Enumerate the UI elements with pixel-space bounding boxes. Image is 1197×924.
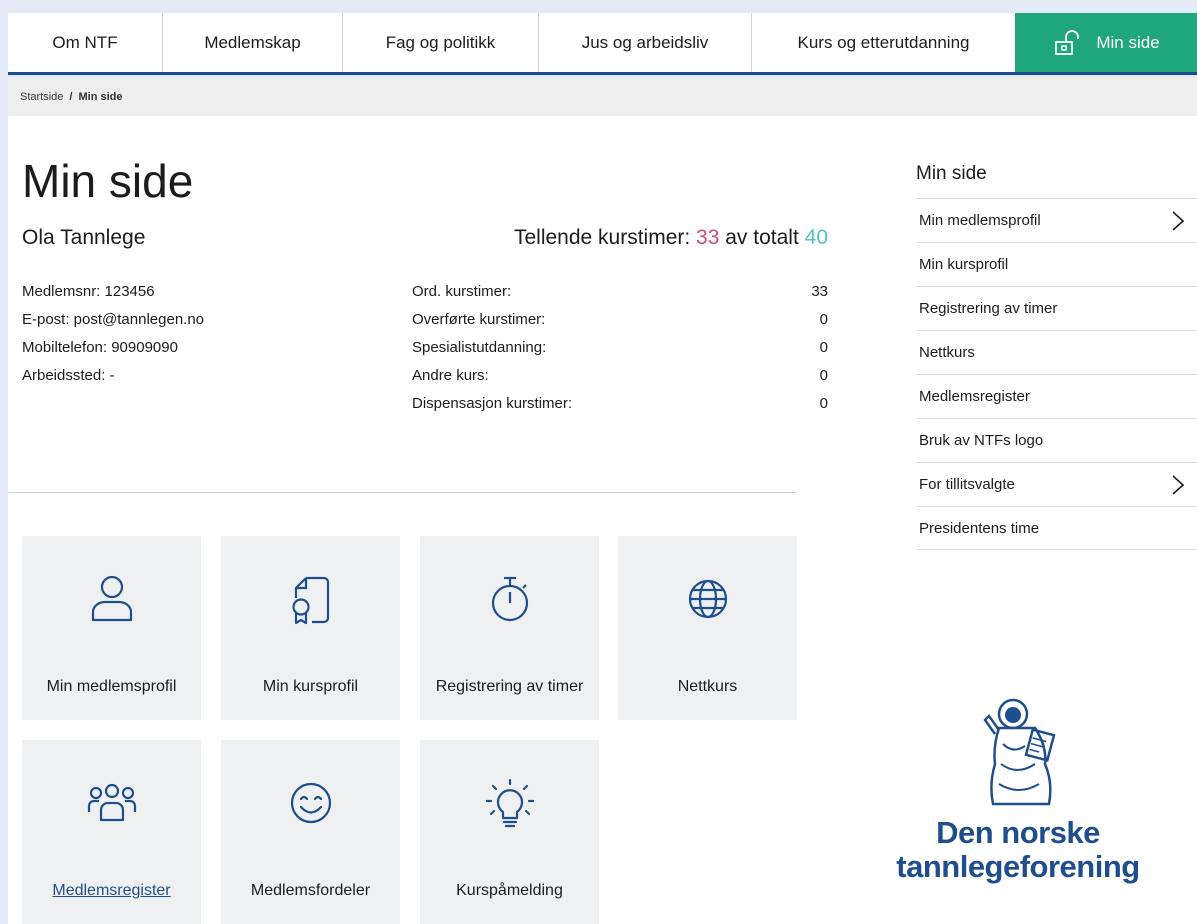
side-item-label: Registrering av timer bbox=[919, 300, 1058, 317]
page-title: Min side bbox=[22, 155, 194, 207]
globe-icon bbox=[688, 579, 727, 619]
ntf-logo: Den norske tannlegeforening bbox=[868, 694, 1168, 884]
hours-row: Overførte kurstimer: 0 bbox=[412, 306, 828, 334]
member-workplace: Arbeidssted: - bbox=[22, 367, 115, 384]
user-icon bbox=[91, 575, 132, 622]
breadcrumb-home-link[interactable]: Startside bbox=[20, 91, 63, 103]
member-email: E-post: post@tannlegen.no bbox=[22, 311, 205, 328]
side-item-min-kursprofil[interactable]: Min kursprofil bbox=[916, 242, 1197, 286]
side-menu: Min medlemsprofil Min kursprofil Registr… bbox=[916, 198, 1197, 550]
top-navigation: Om NTF Medlemskap Fag og politikk Jus og… bbox=[8, 13, 1197, 75]
side-item-for-tillitsvalgte[interactable]: For tillitsvalgte bbox=[916, 462, 1197, 506]
summary-label: Tellende kurstimer: bbox=[513, 226, 691, 249]
side-item-label: Min medlemsprofil bbox=[919, 212, 1041, 229]
nav-item-jus-og-arbeidsliv[interactable]: Jus og arbeidsliv bbox=[539, 13, 752, 72]
logo-line-1: Den norske bbox=[936, 815, 1100, 850]
tile-min-medlemsprofil[interactable]: Min medlemsprofil bbox=[22, 536, 201, 720]
tile-label: Min medlemsprofil bbox=[46, 678, 177, 695]
side-item-label: Medlemsregister bbox=[919, 388, 1030, 405]
nav-item-min-side[interactable]: Min side bbox=[1015, 13, 1197, 72]
hours-label: Overførte kurstimer: bbox=[412, 311, 546, 328]
side-menu-title: Min side bbox=[916, 163, 987, 184]
hours-value: 0 bbox=[819, 395, 828, 412]
lightbulb-icon bbox=[485, 778, 534, 828]
side-item-nettkurs[interactable]: Nettkurs bbox=[916, 330, 1197, 374]
side-item-bruk-av-ntfs-logo[interactable]: Bruk av NTFs logo bbox=[916, 418, 1197, 462]
nav-active-label: Min side bbox=[1096, 32, 1160, 52]
nav-item-medlemskap[interactable]: Medlemskap bbox=[163, 13, 343, 72]
side-item-presidentens-time[interactable]: Presidentens time bbox=[916, 506, 1197, 550]
saint-figure-emblem-icon bbox=[983, 698, 1056, 806]
course-hours-summary: Tellende kurstimer: 33 av totalt 40 bbox=[468, 226, 828, 250]
certificate-document-icon bbox=[291, 576, 329, 625]
stopwatch-icon bbox=[491, 576, 528, 622]
tile-label: Min kursprofil bbox=[262, 678, 359, 695]
side-item-label: Bruk av NTFs logo bbox=[919, 432, 1044, 449]
nav-item-kurs-og-etterutdanning[interactable]: Kurs og etterutdanning bbox=[752, 13, 1015, 72]
tile-registrering-av-timer[interactable]: Registrering av timer bbox=[420, 536, 599, 720]
hours-row: Dispensasjon kurstimer: 0 bbox=[412, 390, 828, 418]
nav-item-om-ntf[interactable]: Om NTF bbox=[8, 13, 163, 72]
side-item-label: Min kursprofil bbox=[919, 256, 1009, 273]
tile-kurspamelding[interactable]: Kurspåmelding bbox=[420, 740, 599, 924]
summary-total: 40 bbox=[804, 226, 828, 249]
hours-row: Ord. kurstimer: 33 bbox=[412, 278, 828, 306]
tile-label: Medlemsregister bbox=[52, 882, 171, 899]
hours-value: 0 bbox=[819, 367, 828, 384]
side-item-registrering-av-timer[interactable]: Registrering av timer bbox=[916, 286, 1197, 330]
side-item-label: Presidentens time bbox=[919, 519, 1040, 537]
user-name: Ola Tannlege bbox=[22, 226, 146, 249]
group-icon bbox=[87, 783, 136, 822]
chevron-right-icon[interactable] bbox=[1171, 474, 1185, 496]
hours-label: Dispensasjon kurstimer: bbox=[412, 395, 573, 412]
chevron-right-icon[interactable] bbox=[1171, 210, 1185, 232]
summary-counted: 33 bbox=[696, 226, 720, 249]
hours-label: Andre kurs: bbox=[412, 367, 489, 384]
breadcrumb-current: Min side bbox=[78, 91, 123, 103]
hours-row: Andre kurs: 0 bbox=[412, 362, 828, 390]
main-content: Min side Ola Tannlege Tellende kurstimer… bbox=[8, 116, 1197, 924]
tile-min-kursprofil[interactable]: Min kursprofil bbox=[221, 536, 400, 720]
member-info: Medlemsnr: 123456 E-post: post@tannlegen… bbox=[22, 278, 204, 390]
tile-label: Kurspåmelding bbox=[456, 882, 563, 899]
breadcrumb: Startside / Min side bbox=[8, 78, 1197, 116]
tile-nettkurs[interactable]: Nettkurs bbox=[618, 536, 797, 720]
tile-label: Registrering av timer bbox=[435, 678, 584, 695]
hours-value: 0 bbox=[819, 339, 828, 356]
unlock-icon bbox=[1055, 29, 1080, 55]
hours-value: 0 bbox=[819, 311, 828, 328]
hours-label: Ord. kurstimer: bbox=[412, 283, 512, 300]
hours-label: Spesialistutdanning: bbox=[412, 339, 547, 356]
hours-row: Spesialistutdanning: 0 bbox=[412, 334, 828, 362]
side-item-label: Nettkurs bbox=[919, 344, 975, 361]
summary-of-label: av totalt bbox=[725, 226, 799, 249]
hours-value: 33 bbox=[811, 283, 828, 300]
side-item-label: For tillitsvalgte bbox=[919, 476, 1015, 493]
tile-medlemsregister[interactable]: Medlemsregister bbox=[22, 740, 201, 924]
logo-line-2: tannlegeforening bbox=[896, 849, 1140, 884]
course-hours-table: Ord. kurstimer: 33 Overførte kurstimer: 0 … bbox=[412, 278, 828, 418]
side-item-medlemsregister[interactable]: Medlemsregister bbox=[916, 374, 1197, 418]
section-divider bbox=[8, 492, 796, 493]
tile-label: Medlemsfordeler bbox=[250, 882, 371, 899]
breadcrumb-separator: / bbox=[69, 91, 73, 103]
smiley-icon bbox=[290, 782, 331, 824]
tile-medlemsfordeler[interactable]: Medlemsfordeler bbox=[221, 740, 400, 924]
member-phone: Mobiltelefon: 90909090 bbox=[22, 339, 178, 356]
tile-label: Nettkurs bbox=[677, 678, 738, 695]
member-number: Medlemsnr: 123456 bbox=[22, 283, 155, 300]
side-item-min-medlemsprofil[interactable]: Min medlemsprofil bbox=[916, 198, 1197, 242]
nav-item-fag-og-politikk[interactable]: Fag og politikk bbox=[343, 13, 539, 72]
